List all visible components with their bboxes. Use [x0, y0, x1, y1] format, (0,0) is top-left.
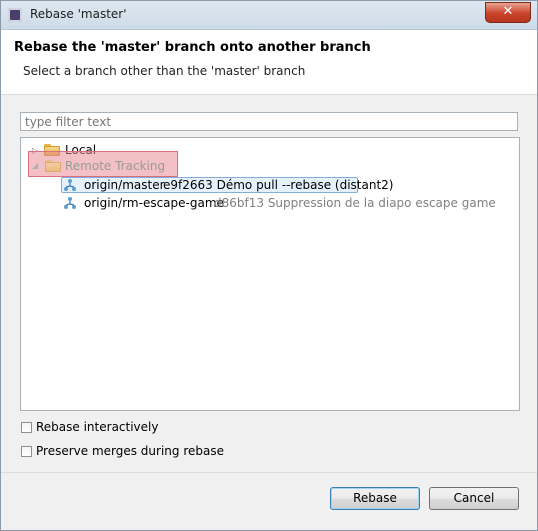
- branch-name: origin/master: [84, 178, 165, 192]
- dialog-title: Rebase the 'master' branch onto another …: [14, 40, 371, 55]
- collapse-arrow-icon[interactable]: ◢: [32, 161, 42, 171]
- preserve-merges-checkbox[interactable]: [21, 446, 32, 457]
- preserve-merges-label[interactable]: Preserve merges during rebase: [36, 444, 224, 458]
- branch-commit: e9f2663 Démo pull --rebase (distant2): [163, 178, 394, 192]
- branch-commit: d86bf13 Suppression de la diapo escape g…: [214, 196, 496, 210]
- dialog-header: Rebase the 'master' branch onto another …: [1, 30, 537, 95]
- branch-item-origin-rm-escape-game[interactable]: origin/rm-escape-game d86bf13 Suppressio…: [63, 194, 496, 212]
- branch-item-origin-master[interactable]: origin/master e9f2663 Démo pull --rebase…: [63, 176, 393, 194]
- rebase-interactively-checkbox[interactable]: [21, 422, 32, 433]
- remote-branch-icon: [64, 179, 76, 191]
- folder-open-icon: [45, 160, 61, 172]
- app-icon: [8, 8, 22, 22]
- close-button[interactable]: ✕: [485, 2, 531, 23]
- rebase-button[interactable]: Rebase: [330, 487, 420, 510]
- branch-name: origin/rm-escape-game: [84, 196, 224, 210]
- remote-branch-icon: [64, 197, 76, 209]
- cancel-button[interactable]: Cancel: [429, 487, 519, 510]
- dialog-subtitle: Select a branch other than the 'master' …: [23, 64, 306, 78]
- rebase-interactively-label[interactable]: Rebase interactively: [36, 420, 158, 434]
- rebase-dialog: Rebase 'master' ✕ Rebase the 'master' br…: [0, 0, 538, 531]
- filter-input[interactable]: [20, 112, 518, 131]
- tree-node-label: Remote Tracking: [65, 159, 166, 173]
- window-title: Rebase 'master': [30, 7, 127, 21]
- divider: [1, 472, 537, 473]
- tree-node-remote-tracking[interactable]: ◢ Remote Tracking: [30, 157, 180, 175]
- title-bar[interactable]: Rebase 'master' ✕: [1, 1, 537, 30]
